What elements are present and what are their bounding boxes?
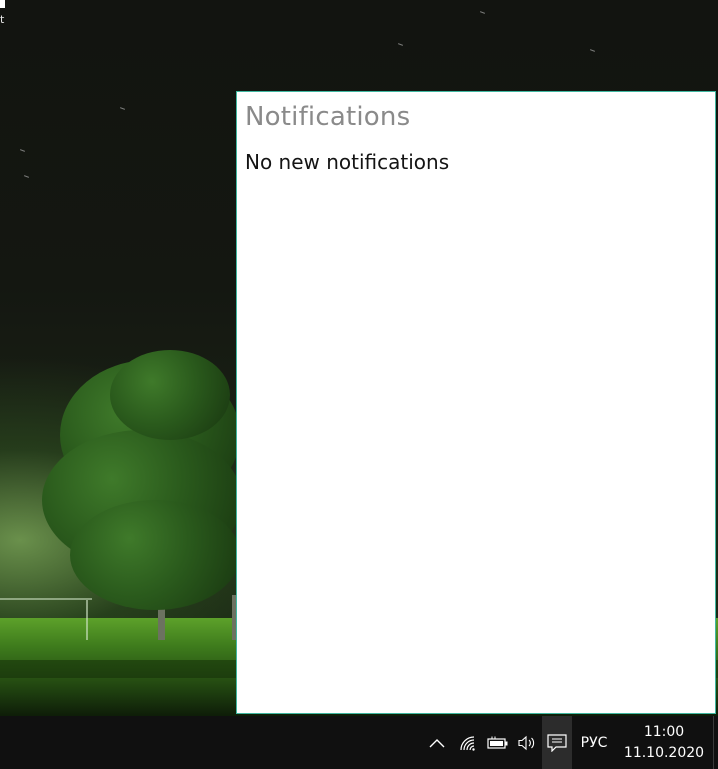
wallpaper-star [23,175,30,178]
fence [0,598,92,640]
network-button[interactable] [455,716,481,769]
volume-button[interactable] [513,716,541,769]
battery-button[interactable] [484,716,512,769]
clock-button[interactable]: 11:00 11.10.2020 [622,716,706,769]
no-notifications-message: No new notifications [245,150,450,174]
wallpaper-star [19,149,26,152]
wallpaper-star [119,107,126,110]
wallpaper-star [589,49,596,52]
clock-date: 11.10.2020 [623,744,705,761]
input-language-button[interactable]: РУС [576,716,612,769]
action-center-button[interactable] [542,716,572,769]
notification-panel: Notifications No new notifications [236,91,716,714]
battery-charging-icon [487,736,508,749]
notification-panel-title: Notifications [245,102,411,132]
wifi-icon [460,735,475,751]
screen: t Notifications No new notifications РУС… [0,0,718,769]
wallpaper-star [479,11,486,14]
volume-icon [518,735,535,750]
show-hidden-icons-button[interactable] [424,716,450,769]
wallpaper-star [397,43,404,46]
tree-canopy [70,500,240,610]
clock-time: 11:00 [643,723,685,740]
tree-canopy [110,350,230,440]
desktop-icon-edge[interactable] [0,0,5,8]
taskbar: РУС 11:00 11.10.2020 [0,716,718,769]
show-desktop-button[interactable] [713,716,718,769]
action-center-icon [547,733,567,752]
chevron-up-icon [429,738,445,747]
desktop-icon-label: t [0,13,5,26]
